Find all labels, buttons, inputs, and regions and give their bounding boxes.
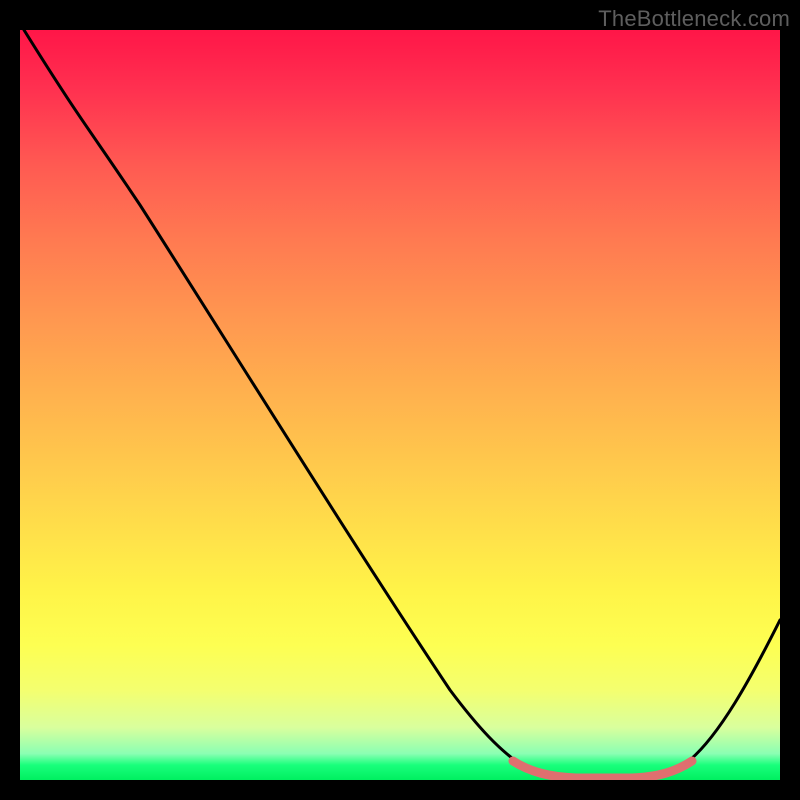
- highlight-band-path: [513, 761, 692, 778]
- chart-svg: [20, 30, 780, 780]
- watermark-text: TheBottleneck.com: [598, 6, 790, 32]
- chart-frame: TheBottleneck.com: [0, 0, 800, 800]
- main-curve-path: [24, 30, 780, 779]
- plot-area: [20, 30, 780, 780]
